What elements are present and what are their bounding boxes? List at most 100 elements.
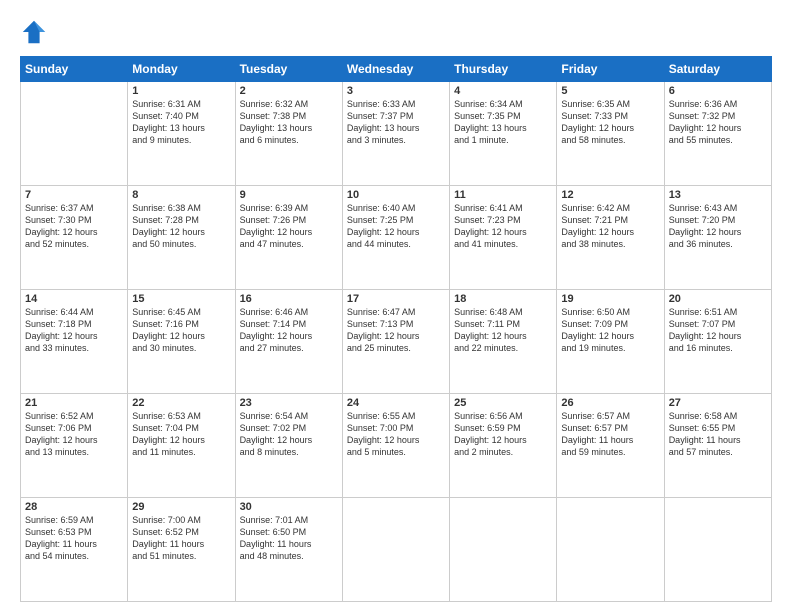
week-row-4: 28Sunrise: 6:59 AM Sunset: 6:53 PM Dayli… bbox=[21, 498, 772, 602]
day-number: 8 bbox=[132, 189, 230, 201]
weekday-header-wednesday: Wednesday bbox=[342, 57, 449, 82]
weekday-header-sunday: Sunday bbox=[21, 57, 128, 82]
day-number: 30 bbox=[240, 501, 338, 513]
cell-content: Sunrise: 6:35 AM Sunset: 7:33 PM Dayligh… bbox=[561, 98, 659, 147]
cell-content: Sunrise: 6:47 AM Sunset: 7:13 PM Dayligh… bbox=[347, 306, 445, 355]
calendar-cell: 18Sunrise: 6:48 AM Sunset: 7:11 PM Dayli… bbox=[450, 290, 557, 394]
weekday-header-friday: Friday bbox=[557, 57, 664, 82]
day-number: 19 bbox=[561, 293, 659, 305]
calendar-cell: 28Sunrise: 6:59 AM Sunset: 6:53 PM Dayli… bbox=[21, 498, 128, 602]
calendar-cell: 5Sunrise: 6:35 AM Sunset: 7:33 PM Daylig… bbox=[557, 82, 664, 186]
weekday-header-row: SundayMondayTuesdayWednesdayThursdayFrid… bbox=[21, 57, 772, 82]
calendar-cell: 4Sunrise: 6:34 AM Sunset: 7:35 PM Daylig… bbox=[450, 82, 557, 186]
cell-content: Sunrise: 6:33 AM Sunset: 7:37 PM Dayligh… bbox=[347, 98, 445, 147]
cell-content: Sunrise: 6:36 AM Sunset: 7:32 PM Dayligh… bbox=[669, 98, 767, 147]
day-number: 3 bbox=[347, 85, 445, 97]
weekday-header-monday: Monday bbox=[128, 57, 235, 82]
calendar-cell: 27Sunrise: 6:58 AM Sunset: 6:55 PM Dayli… bbox=[664, 394, 771, 498]
day-number: 15 bbox=[132, 293, 230, 305]
calendar-table: SundayMondayTuesdayWednesdayThursdayFrid… bbox=[20, 56, 772, 602]
logo-icon bbox=[20, 18, 48, 46]
week-row-3: 21Sunrise: 6:52 AM Sunset: 7:06 PM Dayli… bbox=[21, 394, 772, 498]
calendar-cell: 22Sunrise: 6:53 AM Sunset: 7:04 PM Dayli… bbox=[128, 394, 235, 498]
day-number: 27 bbox=[669, 397, 767, 409]
day-number: 21 bbox=[25, 397, 123, 409]
week-row-2: 14Sunrise: 6:44 AM Sunset: 7:18 PM Dayli… bbox=[21, 290, 772, 394]
calendar-cell: 16Sunrise: 6:46 AM Sunset: 7:14 PM Dayli… bbox=[235, 290, 342, 394]
day-number: 13 bbox=[669, 189, 767, 201]
calendar-cell: 2Sunrise: 6:32 AM Sunset: 7:38 PM Daylig… bbox=[235, 82, 342, 186]
weekday-header-thursday: Thursday bbox=[450, 57, 557, 82]
calendar-cell: 9Sunrise: 6:39 AM Sunset: 7:26 PM Daylig… bbox=[235, 186, 342, 290]
cell-content: Sunrise: 6:53 AM Sunset: 7:04 PM Dayligh… bbox=[132, 410, 230, 459]
page: SundayMondayTuesdayWednesdayThursdayFrid… bbox=[0, 0, 792, 612]
calendar-cell: 6Sunrise: 6:36 AM Sunset: 7:32 PM Daylig… bbox=[664, 82, 771, 186]
day-number: 14 bbox=[25, 293, 123, 305]
day-number: 29 bbox=[132, 501, 230, 513]
cell-content: Sunrise: 6:51 AM Sunset: 7:07 PM Dayligh… bbox=[669, 306, 767, 355]
cell-content: Sunrise: 6:56 AM Sunset: 6:59 PM Dayligh… bbox=[454, 410, 552, 459]
day-number: 18 bbox=[454, 293, 552, 305]
calendar-cell: 25Sunrise: 6:56 AM Sunset: 6:59 PM Dayli… bbox=[450, 394, 557, 498]
cell-content: Sunrise: 6:48 AM Sunset: 7:11 PM Dayligh… bbox=[454, 306, 552, 355]
day-number: 1 bbox=[132, 85, 230, 97]
cell-content: Sunrise: 6:50 AM Sunset: 7:09 PM Dayligh… bbox=[561, 306, 659, 355]
cell-content: Sunrise: 7:01 AM Sunset: 6:50 PM Dayligh… bbox=[240, 514, 338, 563]
day-number: 9 bbox=[240, 189, 338, 201]
cell-content: Sunrise: 6:45 AM Sunset: 7:16 PM Dayligh… bbox=[132, 306, 230, 355]
calendar-cell: 8Sunrise: 6:38 AM Sunset: 7:28 PM Daylig… bbox=[128, 186, 235, 290]
calendar-cell: 13Sunrise: 6:43 AM Sunset: 7:20 PM Dayli… bbox=[664, 186, 771, 290]
cell-content: Sunrise: 6:32 AM Sunset: 7:38 PM Dayligh… bbox=[240, 98, 338, 147]
header bbox=[20, 18, 772, 46]
logo bbox=[20, 18, 52, 46]
calendar-cell bbox=[21, 82, 128, 186]
calendar-cell: 10Sunrise: 6:40 AM Sunset: 7:25 PM Dayli… bbox=[342, 186, 449, 290]
calendar-cell: 29Sunrise: 7:00 AM Sunset: 6:52 PM Dayli… bbox=[128, 498, 235, 602]
calendar-cell: 30Sunrise: 7:01 AM Sunset: 6:50 PM Dayli… bbox=[235, 498, 342, 602]
day-number: 4 bbox=[454, 85, 552, 97]
day-number: 26 bbox=[561, 397, 659, 409]
calendar-cell: 15Sunrise: 6:45 AM Sunset: 7:16 PM Dayli… bbox=[128, 290, 235, 394]
week-row-0: 1Sunrise: 6:31 AM Sunset: 7:40 PM Daylig… bbox=[21, 82, 772, 186]
cell-content: Sunrise: 6:40 AM Sunset: 7:25 PM Dayligh… bbox=[347, 202, 445, 251]
calendar-cell: 19Sunrise: 6:50 AM Sunset: 7:09 PM Dayli… bbox=[557, 290, 664, 394]
day-number: 16 bbox=[240, 293, 338, 305]
cell-content: Sunrise: 6:54 AM Sunset: 7:02 PM Dayligh… bbox=[240, 410, 338, 459]
day-number: 22 bbox=[132, 397, 230, 409]
calendar-cell bbox=[664, 498, 771, 602]
cell-content: Sunrise: 6:34 AM Sunset: 7:35 PM Dayligh… bbox=[454, 98, 552, 147]
day-number: 11 bbox=[454, 189, 552, 201]
day-number: 10 bbox=[347, 189, 445, 201]
cell-content: Sunrise: 6:58 AM Sunset: 6:55 PM Dayligh… bbox=[669, 410, 767, 459]
cell-content: Sunrise: 7:00 AM Sunset: 6:52 PM Dayligh… bbox=[132, 514, 230, 563]
week-row-1: 7Sunrise: 6:37 AM Sunset: 7:30 PM Daylig… bbox=[21, 186, 772, 290]
calendar-cell: 20Sunrise: 6:51 AM Sunset: 7:07 PM Dayli… bbox=[664, 290, 771, 394]
day-number: 24 bbox=[347, 397, 445, 409]
cell-content: Sunrise: 6:46 AM Sunset: 7:14 PM Dayligh… bbox=[240, 306, 338, 355]
cell-content: Sunrise: 6:59 AM Sunset: 6:53 PM Dayligh… bbox=[25, 514, 123, 563]
cell-content: Sunrise: 6:38 AM Sunset: 7:28 PM Dayligh… bbox=[132, 202, 230, 251]
calendar-cell bbox=[450, 498, 557, 602]
day-number: 20 bbox=[669, 293, 767, 305]
day-number: 25 bbox=[454, 397, 552, 409]
day-number: 5 bbox=[561, 85, 659, 97]
calendar-cell: 1Sunrise: 6:31 AM Sunset: 7:40 PM Daylig… bbox=[128, 82, 235, 186]
calendar-cell: 14Sunrise: 6:44 AM Sunset: 7:18 PM Dayli… bbox=[21, 290, 128, 394]
day-number: 12 bbox=[561, 189, 659, 201]
cell-content: Sunrise: 6:41 AM Sunset: 7:23 PM Dayligh… bbox=[454, 202, 552, 251]
cell-content: Sunrise: 6:57 AM Sunset: 6:57 PM Dayligh… bbox=[561, 410, 659, 459]
cell-content: Sunrise: 6:44 AM Sunset: 7:18 PM Dayligh… bbox=[25, 306, 123, 355]
calendar-cell: 26Sunrise: 6:57 AM Sunset: 6:57 PM Dayli… bbox=[557, 394, 664, 498]
cell-content: Sunrise: 6:31 AM Sunset: 7:40 PM Dayligh… bbox=[132, 98, 230, 147]
cell-content: Sunrise: 6:55 AM Sunset: 7:00 PM Dayligh… bbox=[347, 410, 445, 459]
calendar-cell: 21Sunrise: 6:52 AM Sunset: 7:06 PM Dayli… bbox=[21, 394, 128, 498]
day-number: 6 bbox=[669, 85, 767, 97]
calendar-cell: 24Sunrise: 6:55 AM Sunset: 7:00 PM Dayli… bbox=[342, 394, 449, 498]
calendar-cell: 3Sunrise: 6:33 AM Sunset: 7:37 PM Daylig… bbox=[342, 82, 449, 186]
calendar-cell bbox=[557, 498, 664, 602]
day-number: 2 bbox=[240, 85, 338, 97]
cell-content: Sunrise: 6:52 AM Sunset: 7:06 PM Dayligh… bbox=[25, 410, 123, 459]
calendar-cell: 12Sunrise: 6:42 AM Sunset: 7:21 PM Dayli… bbox=[557, 186, 664, 290]
day-number: 17 bbox=[347, 293, 445, 305]
day-number: 7 bbox=[25, 189, 123, 201]
